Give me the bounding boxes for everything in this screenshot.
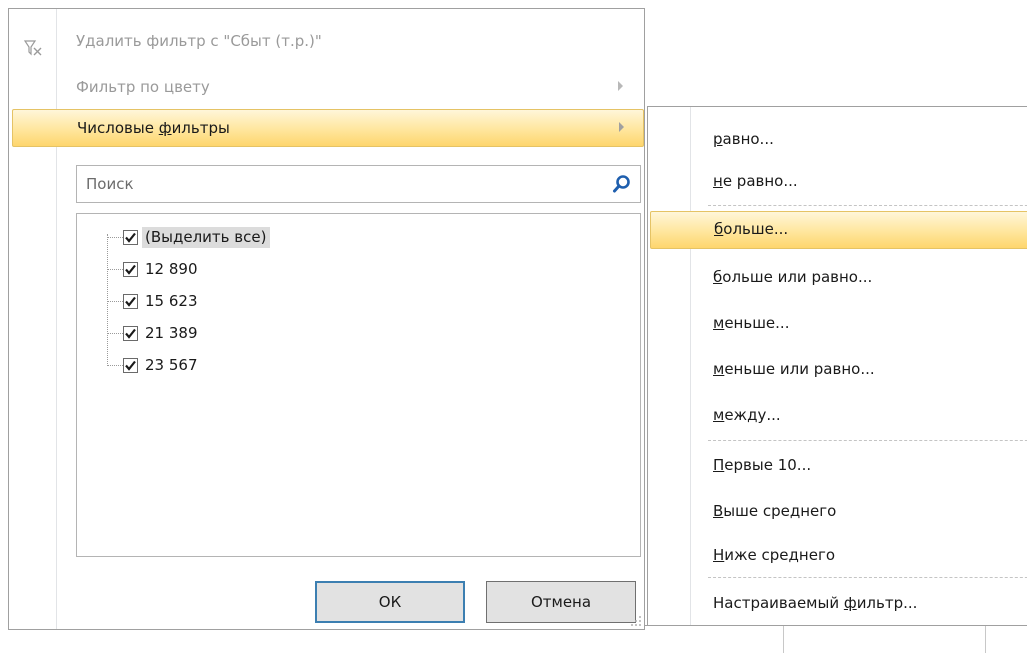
submenu-item-less-or-equal[interactable]: меньше или равно... bbox=[648, 351, 1027, 389]
checkbox[interactable] bbox=[123, 358, 138, 373]
submenu-item-greater-or-equal[interactable]: больше или равно... bbox=[648, 259, 1027, 297]
menu-separator bbox=[708, 577, 1027, 578]
submenu-item-greater-than[interactable]: больше... bbox=[650, 211, 1027, 249]
accel-key: р bbox=[713, 130, 723, 148]
number-filters-label-pre: Числовые bbox=[77, 119, 159, 137]
checkbox[interactable] bbox=[123, 294, 138, 309]
checkbox[interactable] bbox=[123, 262, 138, 277]
accel-key: ф bbox=[843, 594, 857, 612]
tree-connector bbox=[107, 237, 123, 238]
checkbox[interactable] bbox=[123, 326, 138, 341]
submenu-item-between[interactable]: между... bbox=[648, 397, 1027, 435]
checkmark-icon bbox=[125, 296, 136, 307]
accel-key: В bbox=[713, 502, 724, 520]
label-rest: ольше или равно... bbox=[722, 268, 873, 286]
search-icon[interactable] bbox=[612, 174, 632, 194]
list-item-label: 21 389 bbox=[145, 324, 198, 342]
label-rest: авно... bbox=[722, 130, 774, 148]
label-pre: Настраиваемый bbox=[713, 594, 844, 612]
submenu-item-custom-filter[interactable]: Настраиваемый фильтр... bbox=[648, 585, 1027, 623]
submenu-item-above-average[interactable]: Выше среднего bbox=[648, 493, 1027, 531]
checkmark-icon bbox=[125, 328, 136, 339]
submenu-item-label: больше... bbox=[714, 220, 788, 238]
checkmark-icon bbox=[125, 232, 136, 243]
list-item-label: 12 890 bbox=[145, 260, 198, 278]
submenu-item-label: меньше... bbox=[713, 314, 789, 332]
submenu-item-label: Настраиваемый фильтр... bbox=[713, 594, 917, 612]
submenu-arrow-icon bbox=[618, 81, 623, 91]
menu-item-clear-filter[interactable]: Удалить фильтр с "Сбыт (т.р.)" bbox=[9, 23, 645, 61]
tree-connector bbox=[107, 234, 108, 364]
submenu-arrow-icon bbox=[619, 122, 624, 132]
submenu-item-label: равно... bbox=[713, 130, 774, 148]
submenu-item-top-10[interactable]: Первые 10... bbox=[648, 447, 1027, 485]
accel-key: б bbox=[713, 268, 723, 286]
submenu-item-label: Выше среднего bbox=[713, 502, 836, 520]
number-filters-submenu: равно... не равно... больше... больше ил… bbox=[647, 106, 1027, 626]
menu-item-filter-by-color[interactable]: Фильтр по цвету bbox=[9, 69, 645, 107]
submenu-item-label: не равно... bbox=[713, 172, 798, 190]
submenu-item-below-average[interactable]: Ниже среднего bbox=[648, 537, 1027, 575]
submenu-item-equals[interactable]: равно... bbox=[648, 121, 1027, 159]
value-checklist[interactable]: (Выделить все) 12 890 15 623 21 389 23 5… bbox=[76, 213, 641, 557]
cancel-button[interactable]: Отмена bbox=[486, 581, 636, 623]
tree-connector bbox=[107, 301, 123, 302]
accel-key: м bbox=[713, 360, 725, 378]
menu-separator bbox=[708, 440, 1027, 441]
search-placeholder: Поиск bbox=[86, 175, 134, 193]
clear-filter-label: Удалить фильтр с "Сбыт (т.р.)" bbox=[76, 32, 322, 50]
label-rest: ильтр... bbox=[856, 594, 918, 612]
resize-grip-icon[interactable] bbox=[630, 615, 642, 627]
accel-key: б bbox=[714, 220, 724, 238]
submenu-item-label: больше или равно... bbox=[713, 268, 872, 286]
search-input[interactable]: Поиск bbox=[76, 165, 641, 203]
label-rest: е равно... bbox=[722, 172, 798, 190]
label-rest: ыше среднего bbox=[723, 502, 837, 520]
list-item-label: (Выделить все) bbox=[142, 227, 271, 248]
grid-line bbox=[985, 626, 986, 653]
number-filters-label: Числовые фильтры bbox=[77, 119, 230, 137]
accel-key: м bbox=[713, 406, 725, 424]
accel-key: н bbox=[713, 172, 723, 190]
label-rest: ервые 10... bbox=[724, 456, 812, 474]
filter-by-color-label: Фильтр по цвету bbox=[76, 78, 210, 96]
accel-key: м bbox=[713, 314, 725, 332]
tree-connector bbox=[107, 269, 123, 270]
label-rest: ежду... bbox=[724, 406, 781, 424]
checkbox[interactable] bbox=[123, 230, 138, 245]
number-filters-accel: ф bbox=[158, 119, 172, 137]
autofilter-dropdown: Удалить фильтр с "Сбыт (т.р.)" Фильтр по… bbox=[8, 8, 645, 630]
menu-separator bbox=[708, 205, 1027, 206]
checkmark-icon bbox=[125, 360, 136, 371]
label-rest: еньше... bbox=[724, 314, 790, 332]
label-rest: ольше... bbox=[723, 220, 789, 238]
tree-connector bbox=[107, 333, 123, 334]
menu-item-number-filters[interactable]: Числовые фильтры bbox=[12, 109, 644, 147]
submenu-item-label: Первые 10... bbox=[713, 456, 811, 474]
submenu-item-not-equal[interactable]: не равно... bbox=[648, 163, 1027, 201]
tree-connector bbox=[107, 365, 123, 366]
accel-key: Н bbox=[713, 546, 725, 564]
ok-button[interactable]: ОК bbox=[315, 581, 465, 623]
grid-line bbox=[783, 626, 784, 653]
clear-filter-icon bbox=[23, 40, 42, 56]
accel-key: П bbox=[713, 456, 725, 474]
submenu-item-label: между... bbox=[713, 406, 781, 424]
submenu-item-label: меньше или равно... bbox=[713, 360, 875, 378]
list-item-label: 15 623 bbox=[145, 292, 198, 310]
list-item-label: 23 567 bbox=[145, 356, 198, 374]
checkmark-icon bbox=[125, 264, 136, 275]
submenu-item-label: Ниже среднего bbox=[713, 546, 835, 564]
label-rest: иже среднего bbox=[724, 546, 836, 564]
number-filters-label-post: ильтры bbox=[171, 119, 230, 137]
label-rest: еньше или равно... bbox=[724, 360, 875, 378]
submenu-item-less-than[interactable]: меньше... bbox=[648, 305, 1027, 343]
